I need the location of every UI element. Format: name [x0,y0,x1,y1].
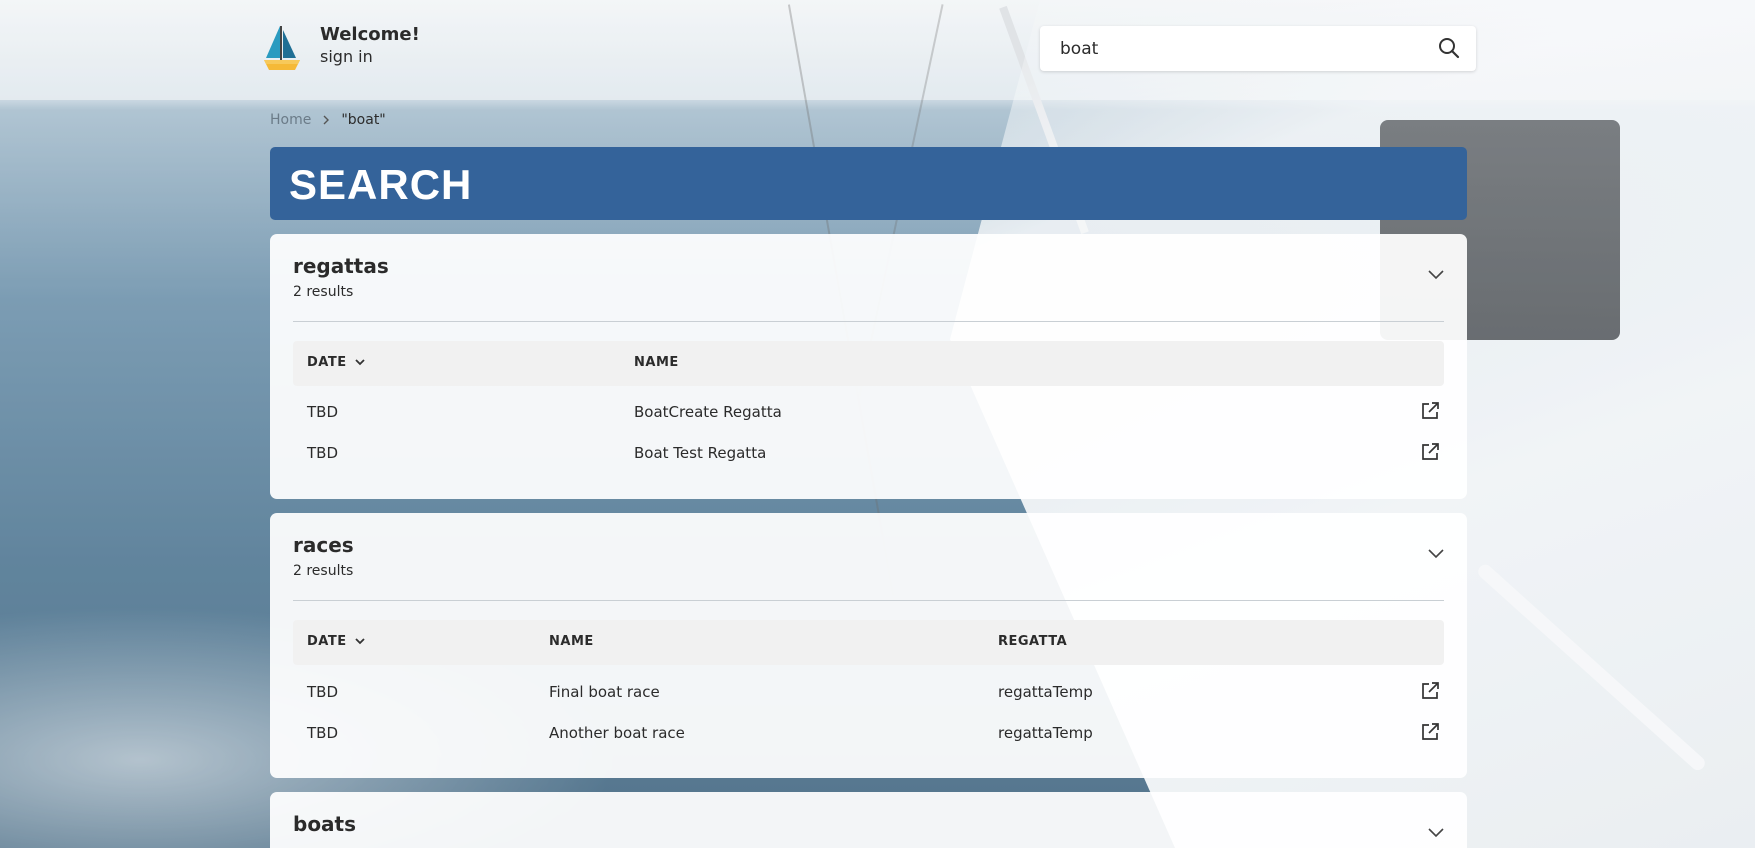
chevron-down-icon[interactable] [1427,547,1445,559]
section-title: races [293,533,354,557]
page-title: SEARCH [289,161,473,208]
section-title: boats [293,812,357,836]
breadcrumb-current: "boat" [341,112,386,128]
cell-date: TBD [307,683,339,701]
cell-date: TBD [307,444,339,462]
result-count: 2 results [293,284,354,300]
cell-name: Boat Test Regatta [634,444,767,462]
table-row[interactable]: TBD BoatCreate Regatta [293,392,1444,432]
breadcrumb-home-link[interactable]: Home [270,112,311,128]
column-header-name[interactable]: NAME [549,634,594,649]
cell-regatta: regattaTemp [998,724,1093,742]
cell-name: Another boat race [549,724,685,742]
chevron-down-icon[interactable] [1427,826,1445,838]
table-row[interactable]: TBD Final boat race regattaTemp [293,672,1444,712]
divider [293,600,1444,601]
table-row[interactable]: TBD Boat Test Regatta [293,433,1444,473]
column-header-regatta[interactable]: REGATTA [998,634,1067,649]
races-section: races 2 results DATE NAME REGATTA TBD Fi… [270,513,1467,778]
search-icon[interactable] [1438,37,1460,59]
cell-name: Final boat race [549,683,660,701]
boats-section: boats [270,792,1467,848]
cell-name: BoatCreate Regatta [634,403,782,421]
table-row[interactable]: TBD Another boat race regattaTemp [293,713,1444,753]
sailboat-icon[interactable] [262,24,302,72]
column-header-date[interactable]: DATE [307,355,365,370]
chevron-down-icon[interactable] [1427,268,1445,280]
regattas-section: regattas 2 results DATE NAME TBD BoatCre… [270,234,1467,499]
sort-chevron-icon[interactable] [354,359,365,366]
external-link-icon[interactable] [1420,442,1440,462]
cell-date: TBD [307,724,339,742]
welcome-title: Welcome! [320,24,420,45]
table-header: DATE NAME REGATTA [293,620,1444,665]
page-title-banner: SEARCH [270,147,1467,220]
divider [293,321,1444,322]
cell-date: TBD [307,403,339,421]
column-header-date[interactable]: DATE [307,634,365,649]
search-input[interactable] [1058,35,1422,63]
result-count: 2 results [293,563,354,579]
section-title: regattas [293,254,389,278]
external-link-icon[interactable] [1420,722,1440,742]
table-header: DATE NAME [293,341,1444,386]
search-bar [1040,26,1476,71]
sort-chevron-icon[interactable] [354,638,365,645]
breadcrumb: Home "boat" [270,112,386,128]
external-link-icon[interactable] [1420,681,1440,701]
cell-regatta: regattaTemp [998,683,1093,701]
sign-in-link[interactable]: sign in [320,46,420,68]
welcome-block: Welcome! sign in [320,24,420,68]
chevron-right-icon [323,115,330,125]
external-link-icon[interactable] [1420,401,1440,421]
column-header-name[interactable]: NAME [634,355,679,370]
